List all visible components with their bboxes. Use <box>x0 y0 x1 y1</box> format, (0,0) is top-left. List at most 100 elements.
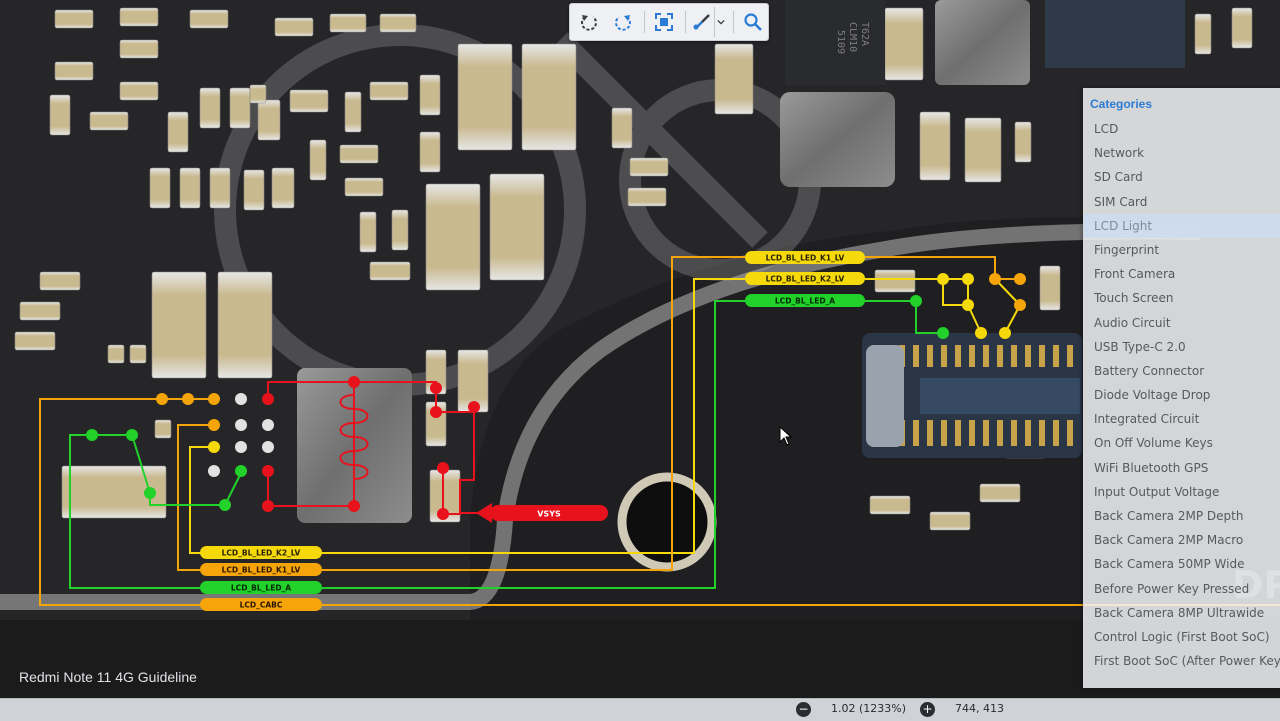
category-item[interactable]: Input Output Voltage <box>1084 480 1280 504</box>
test-pad[interactable] <box>437 462 449 474</box>
rotate-left-button[interactable] <box>574 7 604 37</box>
smd-capacitor <box>39 271 81 291</box>
test-pad[interactable] <box>989 273 1001 285</box>
test-pad[interactable] <box>430 382 442 394</box>
category-item[interactable]: Control Logic (First Boot SoC) <box>1084 625 1280 649</box>
test-pad[interactable] <box>262 500 274 512</box>
test-pad[interactable] <box>962 273 974 285</box>
smd-capacitor <box>344 177 384 197</box>
smd-capacitor <box>919 111 951 181</box>
test-pad[interactable] <box>126 429 138 441</box>
rotate-right-button[interactable] <box>608 7 638 37</box>
test-pad[interactable] <box>437 508 449 520</box>
test-pad[interactable] <box>1014 299 1026 311</box>
category-item[interactable]: On Off Volume Keys <box>1084 431 1280 455</box>
category-item[interactable]: SIM Card <box>1084 190 1280 214</box>
category-item[interactable]: Back Camera 50MP Wide <box>1084 552 1280 576</box>
test-pad[interactable] <box>156 393 168 405</box>
category-item[interactable]: LCD <box>1084 117 1280 141</box>
highlight-dropdown[interactable] <box>713 7 727 37</box>
test-pad[interactable] <box>235 419 247 431</box>
smd-capacitor <box>54 61 94 81</box>
test-pad[interactable] <box>975 327 987 339</box>
mouse-cursor-icon <box>779 426 793 446</box>
toolbar-separator <box>684 11 686 33</box>
category-item[interactable]: Integrated Circuit <box>1084 407 1280 431</box>
fit-screen-icon <box>654 13 673 31</box>
brush-icon <box>693 14 710 30</box>
search-button[interactable] <box>738 7 768 37</box>
category-item[interactable]: USB Type-C 2.0 <box>1084 335 1280 359</box>
category-item[interactable]: Front Camera <box>1084 262 1280 286</box>
test-pad[interactable] <box>262 441 274 453</box>
category-item[interactable]: Battery Connector <box>1084 359 1280 383</box>
test-pad[interactable] <box>219 499 231 511</box>
test-pad[interactable] <box>144 487 156 499</box>
category-item[interactable]: Fingerprint <box>1084 238 1280 262</box>
smd-capacitor <box>979 483 1021 503</box>
category-item[interactable]: Network <box>1084 141 1280 165</box>
test-pad[interactable] <box>348 376 360 388</box>
test-pad[interactable] <box>182 393 194 405</box>
category-item[interactable]: Audio Circuit <box>1084 311 1280 335</box>
categories-title: Categories <box>1090 97 1153 111</box>
test-pad[interactable] <box>262 465 274 477</box>
net-label-text: LCD_BL_LED_K1_LV <box>766 254 845 263</box>
smd-capacitor <box>14 331 56 351</box>
test-pad[interactable] <box>468 401 480 413</box>
smd-capacitor <box>274 17 314 37</box>
test-pad[interactable] <box>937 273 949 285</box>
rotate-right-icon <box>614 15 631 31</box>
category-item[interactable]: First Boot SoC (After Power Key P <box>1084 649 1280 673</box>
test-pad[interactable] <box>937 327 949 339</box>
test-pad[interactable] <box>208 393 220 405</box>
categories-list: LCD Network SD Card SIM Card LCD Light Finger… <box>1084 117 1280 673</box>
zoom-in-button[interactable]: + <box>920 702 935 717</box>
smd-capacitor <box>209 167 231 209</box>
test-pad[interactable] <box>208 419 220 431</box>
test-pad[interactable] <box>208 441 220 453</box>
test-pad[interactable] <box>430 406 442 418</box>
smd-capacitor <box>149 167 171 209</box>
fit-screen-button[interactable] <box>649 7 679 37</box>
smd-capacitor <box>119 7 159 27</box>
test-pad[interactable] <box>235 441 247 453</box>
zoom-out-button[interactable]: − <box>796 702 811 717</box>
test-pad[interactable] <box>262 393 274 405</box>
category-item[interactable]: LCD Light <box>1084 213 1280 238</box>
highlight-tool-button[interactable] <box>689 7 714 37</box>
category-item[interactable]: Back Camera 2MP Depth <box>1084 504 1280 528</box>
category-item[interactable]: Before Power Key Pressed <box>1084 577 1280 601</box>
test-pad[interactable] <box>962 299 974 311</box>
category-item[interactable]: WiFi Bluetooth GPS <box>1084 456 1280 480</box>
chip-marking-1: 5109 <box>835 30 846 54</box>
smd-capacitor <box>489 173 545 281</box>
smd-capacitor <box>271 167 295 209</box>
test-pad[interactable] <box>262 419 274 431</box>
category-item[interactable]: Back Camera 2MP Macro <box>1084 528 1280 552</box>
category-item[interactable]: Diode Voltage Drop <box>1084 383 1280 407</box>
smd-capacitor <box>243 169 265 211</box>
smd-capacitor <box>1014 121 1032 163</box>
shield-can <box>935 0 1030 85</box>
smd-capacitor <box>521 43 577 151</box>
net-label-text: LCD_BL_LED_A <box>775 297 835 306</box>
test-pad[interactable] <box>910 295 922 307</box>
test-pad[interactable] <box>208 465 220 477</box>
test-pad[interactable] <box>235 465 247 477</box>
category-item[interactable]: Touch Screen <box>1084 286 1280 310</box>
smd-capacitor <box>611 107 633 149</box>
test-pad[interactable] <box>1014 273 1026 285</box>
test-pad[interactable] <box>235 393 247 405</box>
smd-capacitor <box>869 495 911 515</box>
status-bar: − 1.02 (1233%) + 744, 413 <box>0 698 1280 721</box>
test-pad[interactable] <box>86 429 98 441</box>
category-item[interactable]: Back Camera 8MP Ultrawide <box>1084 601 1280 625</box>
test-pad[interactable] <box>348 500 360 512</box>
test-pad[interactable] <box>999 327 1011 339</box>
vsys-label: VSYS <box>537 510 561 519</box>
smd-capacitor <box>964 117 1002 183</box>
search-icon <box>744 13 762 31</box>
categories-panel: Categories LCD Network SD Card SIM Card LCD … <box>1083 88 1280 688</box>
category-item[interactable]: SD Card <box>1084 165 1280 189</box>
